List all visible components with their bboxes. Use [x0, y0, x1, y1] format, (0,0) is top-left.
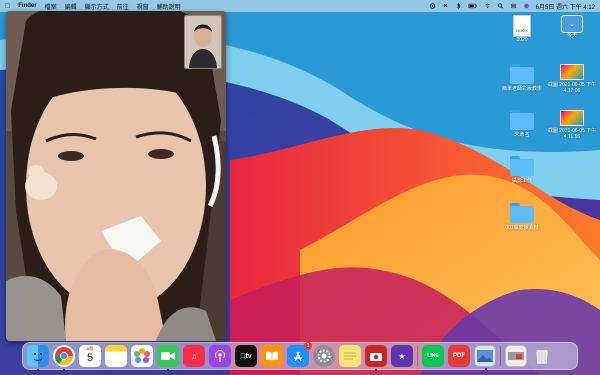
preview-icon[interactable] [474, 345, 496, 370]
self-view-pip[interactable] [184, 15, 222, 69]
gear-icon [317, 349, 331, 363]
dock: 6月 5 ♫ tv 1 ★ LINE PDF [22, 342, 578, 371]
photos-icon[interactable] [131, 345, 153, 367]
desktop-item-label: 截圖 2021-06-05 下午 4.11.56 [547, 128, 597, 140]
desktop-item-photo-class-folder[interactable]: 001攝影課素材 [497, 203, 547, 231]
notes-icon[interactable] [105, 345, 127, 367]
menu-view[interactable]: 顯示方式 [85, 2, 109, 11]
desktop-item-untitled-folder[interactable]: 未命名 [497, 110, 547, 138]
podcast-waves-icon [215, 350, 225, 362]
app-store-a-icon [294, 351, 302, 362]
desktop-item-label: 截圖 2021-06-05 下午 4.12.06 [547, 82, 597, 94]
desktop-item-label: 001攝影課素材 [505, 225, 539, 231]
finder-icon[interactable] [27, 345, 49, 371]
control-center-icon[interactable] [510, 3, 517, 9]
bluetooth-icon[interactable] [455, 3, 462, 9]
desktop-item-2020-docx[interactable]: DOCX 2020 [497, 15, 547, 43]
battery-icon[interactable] [468, 3, 478, 9]
facetime-icon[interactable] [157, 345, 179, 371]
facetime-video-window[interactable] [6, 11, 226, 341]
running-indicator [63, 369, 65, 371]
desktop-item-makeup-folder[interactable]: 簡單老師彩妝教學 [497, 64, 547, 92]
menu-window[interactable]: 視窗 [137, 2, 149, 11]
imovie-icon[interactable]: ★ [391, 345, 413, 367]
camera-icon [370, 353, 382, 361]
running-indicator [37, 369, 39, 371]
chrome-logo-icon [55, 347, 73, 366]
running-indicator [375, 369, 377, 371]
trash-icon[interactable] [531, 345, 553, 367]
trash-can-icon [535, 349, 549, 365]
note-lines-icon [344, 352, 356, 360]
menu-help[interactable]: 輔助說明 [157, 2, 181, 11]
self-view-image [185, 16, 221, 68]
search-icon[interactable] [497, 3, 504, 9]
menu-go[interactable]: 前往 [117, 2, 129, 11]
system-preferences-icon[interactable] [313, 345, 335, 367]
video-camera-icon [161, 352, 175, 360]
running-indicator [485, 368, 487, 370]
dock-separator [500, 346, 501, 366]
photo-booth-icon[interactable] [365, 345, 387, 371]
tray-icon: ⌄ [561, 15, 583, 33]
desktop-item-today-drawer[interactable]: ⌄ 今天 [547, 15, 597, 39]
screenshot-thumbnail-icon [560, 110, 584, 126]
desktop-item-label: 簡單老師彩妝教學 [501, 86, 542, 92]
folder-icon [510, 110, 534, 130]
menu-file[interactable]: 檔案 [45, 2, 57, 11]
music-icon[interactable]: ♫ [183, 345, 205, 367]
app-store-icon[interactable]: 1 [287, 342, 312, 367]
running-indicator [167, 369, 169, 371]
menu-clock[interactable]: 6月5日 週六 下午 4:12 [536, 2, 595, 11]
image-preview-icon [477, 350, 493, 362]
desktop-item-label: 未命名 [514, 132, 530, 138]
desktop-item-label: 攝影工作 [511, 178, 532, 184]
chrome-icon[interactable] [53, 345, 75, 371]
wifi-icon[interactable] [484, 3, 491, 9]
desktop-item-screenshot-1[interactable]: 截圖 2021-06-05 下午 4.12.06 [547, 64, 597, 94]
apple-tv-icon[interactable]: tv [235, 345, 257, 367]
menu-app-name[interactable]: Finder [18, 3, 36, 9]
folder-icon [510, 203, 534, 223]
dock-separator [417, 346, 418, 366]
apple-menu-icon[interactable]:  [5, 3, 10, 10]
finder-face-icon [33, 353, 43, 361]
document-icon: DOCX [513, 15, 531, 37]
folder-icon [510, 64, 534, 84]
stack-icon [508, 352, 524, 360]
siri-icon[interactable] [523, 3, 530, 9]
menu-edit[interactable]: 編輯 [65, 2, 77, 11]
open-book-icon [266, 351, 278, 361]
dropbox-icon[interactable] [442, 3, 449, 9]
calendar-day: 5 [86, 351, 94, 364]
screenshot-thumbnail-icon [560, 64, 584, 80]
downloads-stack-icon[interactable] [505, 345, 527, 367]
podcasts-icon[interactable] [209, 345, 231, 367]
desktop-item-label: 今天 [566, 33, 577, 39]
screen-record-icon[interactable] [429, 3, 436, 9]
photos-flower-icon [134, 348, 150, 363]
desktop-item-photo-work-folder[interactable]: 攝影工作 [497, 156, 547, 184]
folder-icon [510, 156, 534, 176]
desktop-item-label: 2020 [516, 37, 528, 43]
books-icon[interactable] [261, 345, 283, 367]
app-store-badge: 1 [304, 342, 312, 350]
pdf-icon[interactable]: PDF [448, 345, 470, 367]
stickies-icon[interactable] [339, 345, 361, 367]
desktop-item-screenshot-2[interactable]: 截圖 2021-06-05 下午 4.11.56 [547, 110, 597, 140]
line-icon[interactable]: LINE [422, 345, 444, 367]
calendar-icon[interactable]: 6月 5 [79, 345, 101, 367]
calendar-month: 6月 [86, 346, 94, 351]
